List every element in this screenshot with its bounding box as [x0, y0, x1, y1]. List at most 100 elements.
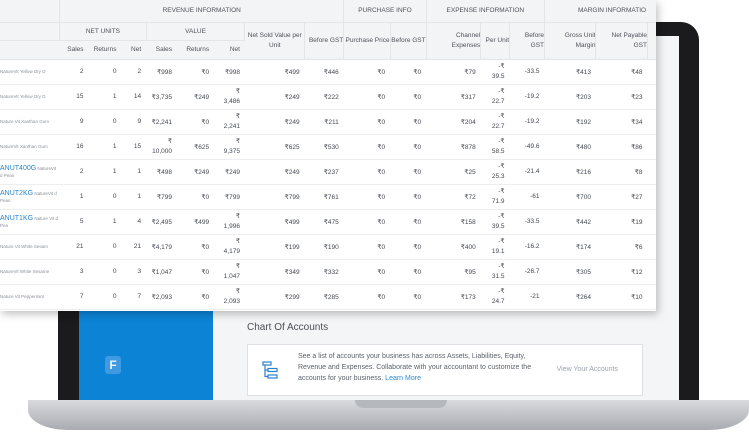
table-cell: ₹0 [390, 84, 427, 110]
table-cell [647, 59, 656, 85]
table-cell: ₹799 [146, 184, 178, 210]
table-row[interactable]: Nature Vit Xanthan Gum 9 0 9 ₹2,241 ₹0 ₹ 2,241… [0, 109, 656, 135]
table-cell: -₹ 31.5 [480, 259, 510, 285]
product-cell[interactable]: NatureVit White Sesame [0, 259, 60, 285]
product-cell[interactable]: NatureVit Yellow Dry D [0, 84, 60, 110]
table-row[interactable]: ANUT1KG Nature Vit d Pea 5 1 4 ₹2,495 ₹499 ₹ 1… [0, 209, 656, 235]
table-cell: ₹72 [426, 184, 481, 210]
table-cell: ₹190 [304, 234, 344, 260]
table-cell: ₹0 [390, 159, 427, 185]
table-cell: ₹158 [426, 209, 481, 235]
table-row[interactable]: Nature Vit Peppermint 7 0 7 ₹2,093 ₹0 ₹ 2,093 ₹… [0, 284, 656, 310]
table-cell: ₹2,093 [146, 284, 178, 310]
app-logo-icon[interactable]: F [105, 356, 121, 374]
table-cell: ₹203 [544, 84, 596, 110]
product-name: Nature Vit Peppermint [0, 294, 45, 299]
product-cell[interactable]: ANUT1KG Nature Vit d Pea [0, 209, 60, 235]
revenue-group-header: REVENUE INFORMATION [59, 0, 345, 23]
table-cell: ₹0 [390, 109, 427, 135]
table-cell: ₹0 [177, 109, 215, 135]
table-cell: 3 [59, 259, 89, 285]
product-cell[interactable]: Nature Vit Peppermint [0, 284, 60, 310]
table-cell: ₹12 [595, 259, 648, 285]
product-cell[interactable]: NatureVit Xanthan Gum [0, 134, 60, 160]
product-name: Nature Vit White Sesam [0, 244, 48, 249]
table-row[interactable]: NatureVit White Sesame 3 0 3 ₹1,047 ₹0 ₹ 1,047… [0, 259, 656, 285]
table-cell: ₹499 [177, 209, 215, 235]
table-row[interactable]: ANUT400G NatureVit d Pean 2 1 1 ₹498 ₹249 ₹249… [0, 159, 656, 185]
table-cell: ₹0 [343, 109, 391, 135]
col-purchase-price: Purchase Price [343, 22, 391, 60]
product-name: NatureVit White Sesame [0, 269, 50, 274]
table-cell: 1 [88, 84, 122, 110]
product-cell[interactable]: ANUT2KG NatureVit d Pean [0, 184, 60, 210]
product-cell[interactable]: Nature Vit Xanthan Gum [0, 109, 60, 135]
table-row[interactable]: NatureVit Yellow Dry D 15 1 14 ₹3,735 ₹249 ₹ 3… [0, 84, 656, 110]
table-cell: -16.2 [509, 234, 545, 260]
table-cell: ₹0 [343, 209, 391, 235]
table-cell: -49.6 [509, 134, 545, 160]
table-cell: ₹216 [544, 159, 596, 185]
product-cell[interactable]: Nature Vit White Sesam [0, 234, 60, 260]
purchase-group-header: PURCHASE INFO [343, 0, 427, 23]
table-cell: 21 [59, 234, 89, 260]
view-accounts-link[interactable]: View Your Accounts [557, 366, 618, 373]
table-cell: ₹799 [214, 184, 245, 210]
table-cell: ₹625 [177, 134, 215, 160]
col-before-gst: Before GST [304, 22, 345, 60]
table-cell: -26.7 [509, 259, 545, 285]
table-cell: -19.2 [509, 84, 545, 110]
col-gross-unit-margin: Gross Unit Margin [544, 22, 597, 60]
table-row[interactable]: ANUT2KG NatureVit d Pean 1 0 1 ₹799 ₹0 ₹799 ₹79… [0, 184, 656, 210]
table-cell: ₹349 [244, 259, 305, 285]
table-cell: ₹211 [304, 109, 344, 135]
table-cell: ₹25 [426, 159, 481, 185]
table-cell: ₹498 [146, 159, 178, 185]
table-cell: ₹3,735 [146, 84, 178, 110]
table-cell: 0 [88, 59, 122, 85]
col-returns-units: Returns [88, 40, 122, 60]
table-cell: -61 [509, 184, 545, 210]
table-cell: ₹442 [544, 209, 596, 235]
table-row[interactable]: NatureVit Yellow Dry D 2 0 2 ₹998 ₹0 ₹998 ₹499 ₹… [0, 59, 656, 85]
laptop-notch [355, 400, 447, 408]
table-cell: ₹86 [595, 134, 648, 160]
table-cell: 0 [88, 259, 122, 285]
table-cell: ₹2,241 [146, 109, 178, 135]
product-name: NatureVit Yellow Dry D [0, 94, 46, 99]
table-cell: 1 [59, 184, 89, 210]
product-cell[interactable]: ANUT400G NatureVit d Pean [0, 159, 60, 185]
product-column-header [0, 0, 61, 23]
table-row[interactable]: NatureVit Xanthan Gum 16 1 15 ₹ 10,000 ₹625 ₹ … [0, 134, 656, 160]
product-code-link[interactable]: ANUT400G [0, 165, 36, 172]
table-cell: -₹ 71.9 [480, 184, 510, 210]
table-cell: 1 [121, 184, 147, 210]
table-cell: ₹23 [595, 84, 648, 110]
table-cell: ₹0 [177, 59, 215, 85]
table-cell: 1 [88, 209, 122, 235]
table-cell: ₹249 [244, 109, 305, 135]
table-cell: ₹299 [244, 284, 305, 310]
col-net-payable-gst: Net Payable GST [595, 22, 648, 60]
table-cell: ₹700 [544, 184, 596, 210]
table-cell: ₹ 2,093 [214, 284, 245, 310]
product-name: NatureVit Xanthan Gum [0, 144, 48, 149]
col-per-unit: Per Unit [480, 22, 510, 60]
table-cell: ₹998 [214, 59, 245, 85]
table-cell: ₹998 [146, 59, 178, 85]
learn-more-link[interactable]: Learn More [385, 375, 421, 382]
table-cell: ₹2,495 [146, 209, 178, 235]
table-cell: 0 [88, 284, 122, 310]
table-cell: ₹10 [595, 284, 648, 310]
table-cell: 5 [59, 209, 89, 235]
product-code-link[interactable]: ANUT1KG [0, 215, 33, 222]
chart-of-accounts-description: See a list of accounts your business has… [298, 351, 538, 384]
table-cell: ₹249 [177, 159, 215, 185]
table-row[interactable]: Nature Vit White Sesam 21 0 21 ₹4,179 ₹0 ₹ 4,1… [0, 234, 656, 260]
product-code-link[interactable]: ANUT2KG [0, 190, 33, 197]
product-cell[interactable]: NatureVit Yellow Dry D [0, 59, 60, 85]
table-cell: 7 [121, 284, 147, 310]
table-cell: 9 [59, 109, 89, 135]
table-cell: ₹305 [544, 259, 596, 285]
table-cell: -19.2 [509, 109, 545, 135]
